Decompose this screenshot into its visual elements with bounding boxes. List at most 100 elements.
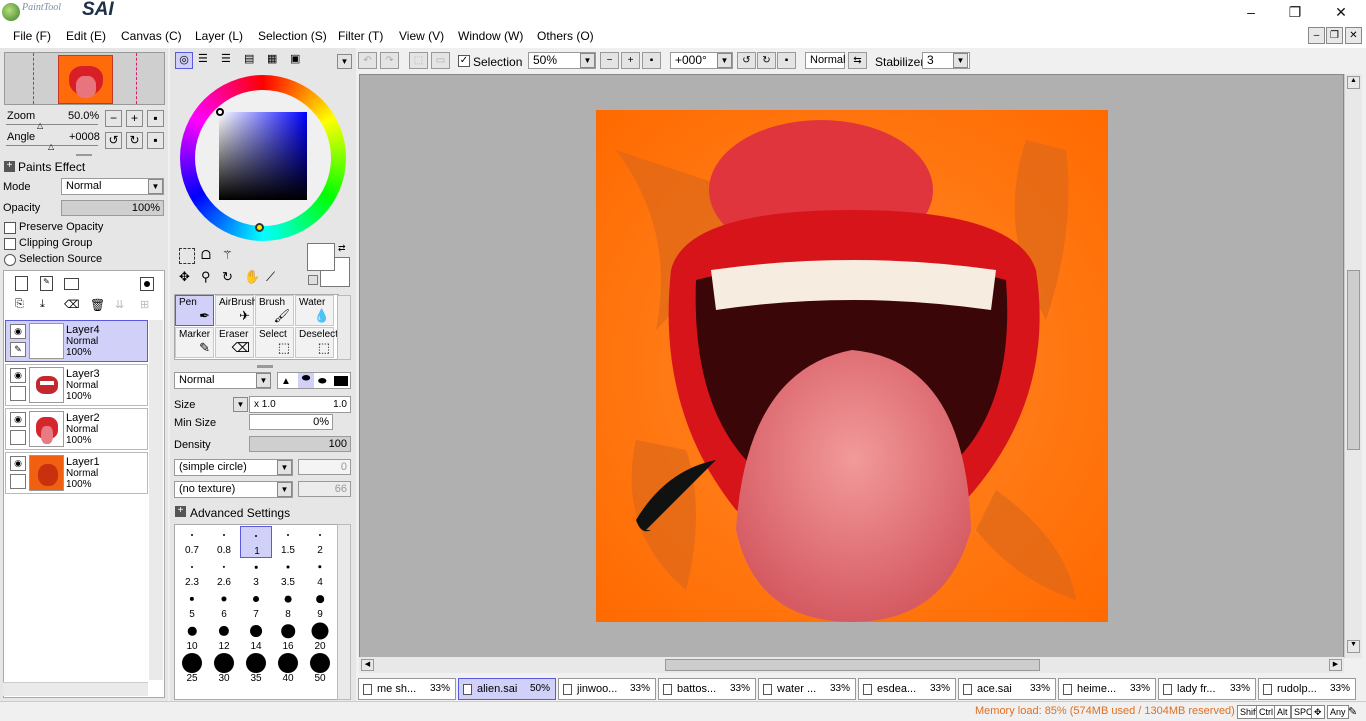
document-tab[interactable]: ace.sai 33% — [958, 678, 1056, 700]
opacity-slider[interactable]: 100% — [61, 200, 164, 216]
artwork-canvas[interactable] — [596, 110, 1108, 622]
brush-size-option[interactable]: 4 — [304, 558, 336, 590]
minimize-button[interactable]: – — [1228, 0, 1274, 24]
swatches-tab-icon[interactable]: ▤ — [244, 52, 262, 69]
brush-size-option[interactable]: 9 — [304, 590, 336, 622]
texture-select[interactable]: (no texture) — [174, 481, 293, 498]
layer-row[interactable]: ◉ Layer2 Normal 100% — [5, 408, 148, 450]
scratchpad-tab-icon[interactable]: ▦ — [267, 52, 285, 69]
layer-row[interactable]: ◉ Layer3 Normal 100% — [5, 364, 148, 406]
brush-size-option[interactable]: 1.5 — [272, 526, 304, 558]
brush-size-option[interactable]: 40 — [272, 653, 304, 686]
brush-size-option[interactable]: 0.7 — [176, 526, 208, 558]
new-layer-icon[interactable] — [15, 276, 28, 291]
brush-size-option[interactable]: 25 — [176, 653, 208, 686]
eye-icon[interactable]: ◉ — [10, 412, 26, 427]
hand-icon[interactable]: ✋ — [244, 269, 260, 285]
panel-splitter[interactable] — [76, 154, 92, 156]
magic-wand-icon[interactable]: ⚚ — [222, 248, 238, 264]
brush-size-option[interactable]: 50 — [304, 653, 336, 686]
transfer-down-icon[interactable]: ⇊ — [115, 298, 129, 313]
layer-row[interactable]: ◉ Layer1 Normal 100% — [5, 452, 148, 494]
menu-view[interactable]: View (V) — [399, 29, 444, 43]
menu-others[interactable]: Others (O) — [537, 29, 594, 43]
delete-layer-icon[interactable]: 🗑 — [90, 298, 105, 313]
new-folder-icon[interactable] — [64, 278, 79, 290]
shape-soft-icon[interactable]: ⬬ — [318, 376, 327, 387]
expand-icon[interactable]: + — [4, 161, 15, 172]
document-tab[interactable]: heime... 33% — [1058, 678, 1156, 700]
brush-size-option[interactable]: 3.5 — [272, 558, 304, 590]
panel-splitter[interactable] — [257, 365, 273, 368]
document-tab[interactable]: esdea... 33% — [858, 678, 956, 700]
size-field[interactable]: x 1.0 1.0 — [249, 396, 351, 413]
transparent-color-icon[interactable] — [308, 275, 318, 285]
chevron-down-icon[interactable]: ▼ — [233, 397, 248, 412]
zoom-in-button[interactable]: + — [126, 110, 143, 127]
layer-lock-box[interactable] — [10, 474, 26, 489]
menu-window[interactable]: Window (W) — [458, 29, 523, 43]
zoom-out-button[interactable]: − — [105, 110, 122, 127]
menu-filter[interactable]: Filter (T) — [338, 29, 383, 43]
scroll-down-icon[interactable]: ▼ — [1347, 640, 1360, 653]
brush-size-option[interactable]: 2 — [304, 526, 336, 558]
rotate-reset-button[interactable]: ▪ — [777, 52, 796, 69]
close-button[interactable]: ✕ — [1318, 0, 1364, 24]
chevron-down-icon[interactable]: ▼ — [277, 460, 292, 475]
maximize-button[interactable]: ❐ — [1272, 0, 1318, 24]
clipping-group-checkbox[interactable] — [4, 238, 16, 250]
paints-effect-header[interactable]: Paints Effect — [18, 160, 85, 174]
min-size-slider[interactable]: 0% — [249, 414, 333, 430]
brush-shape-select[interactable]: (simple circle) — [174, 459, 293, 476]
brush-size-option[interactable]: 6 — [208, 590, 240, 622]
rotate-right-button[interactable]: ↻ — [757, 52, 776, 69]
foreground-color-swatch[interactable] — [307, 243, 335, 271]
eyedropper-icon[interactable]: ⟋ — [266, 269, 282, 285]
tool-grid-scrollbar[interactable] — [337, 295, 351, 360]
rotate-right-button[interactable]: ↻ — [126, 132, 143, 149]
chevron-down-icon[interactable]: ▼ — [148, 179, 163, 194]
brush-size-option[interactable]: 0.8 — [208, 526, 240, 558]
document-tab[interactable]: rudolp... 33% — [1258, 678, 1356, 700]
zoom-out-button[interactable]: − — [600, 52, 619, 69]
chevron-down-icon[interactable]: ▼ — [337, 54, 352, 69]
shape-round-icon[interactable]: ⬬ — [298, 373, 314, 388]
brush-size-option[interactable]: 7 — [240, 590, 272, 622]
rotate-left-button[interactable]: ↺ — [737, 52, 756, 69]
brush-size-option[interactable]: 14 — [240, 622, 272, 654]
chevron-down-icon[interactable]: ▼ — [953, 53, 968, 68]
expand-icon[interactable]: + — [175, 506, 186, 517]
tool-airbrush[interactable]: AirBrush ✈ — [215, 295, 257, 326]
hue-cursor[interactable] — [255, 223, 264, 232]
document-tab[interactable]: alien.sai 50% — [458, 678, 556, 700]
tool-marker[interactable]: Marker ✎ — [175, 327, 214, 358]
menu-edit[interactable]: Edit (E) — [66, 29, 106, 43]
mdi-close-button[interactable]: ✕ — [1345, 27, 1362, 44]
undo-button[interactable]: ↶ — [358, 52, 377, 69]
invert-selection-button[interactable]: ▭ — [431, 52, 450, 69]
chevron-down-icon[interactable]: ▼ — [580, 53, 595, 68]
scroll-right-icon[interactable]: ▶ — [1329, 659, 1342, 671]
eye-icon[interactable]: ◉ — [10, 324, 26, 339]
document-tab[interactable]: me sh... 33% — [358, 678, 456, 700]
selection-source-radio[interactable] — [4, 254, 16, 266]
scroll-left-icon[interactable]: ◀ — [361, 659, 374, 671]
rotate-reset-button[interactable]: ▪ — [147, 132, 164, 149]
lasso-icon[interactable]: ᗝ — [201, 248, 217, 264]
color-picker-cursor[interactable] — [216, 108, 224, 116]
mixer-tab-icon[interactable]: ▣ — [290, 52, 308, 69]
brush-size-option[interactable]: 3 — [240, 558, 272, 590]
menu-layer[interactable]: Layer (L) — [195, 29, 243, 43]
layer-mask-icon[interactable] — [140, 277, 154, 291]
document-tab[interactable]: water ... 33% — [758, 678, 856, 700]
clear-layer-icon[interactable]: ⌫ — [64, 298, 80, 313]
chevron-down-icon[interactable]: ▼ — [256, 373, 271, 388]
mdi-minimize-button[interactable]: – — [1308, 27, 1325, 44]
horizontal-scroll-thumb[interactable] — [665, 659, 1040, 671]
zoom-reset-button[interactable]: ▪ — [642, 52, 661, 69]
saturation-value-square[interactable] — [219, 112, 307, 200]
brush-size-option[interactable]: 10 — [176, 622, 208, 654]
texture-strength-field[interactable]: 66 — [298, 481, 351, 497]
zoom-slider[interactable] — [6, 124, 98, 125]
menu-canvas[interactable]: Canvas (C) — [121, 29, 182, 43]
